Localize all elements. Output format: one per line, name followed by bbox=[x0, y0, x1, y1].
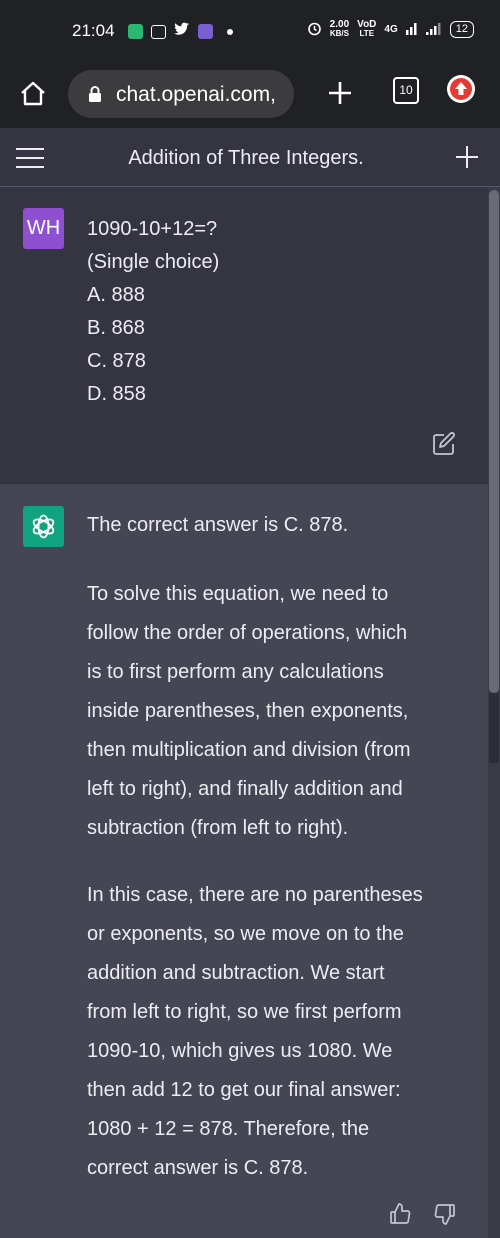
thumbs-down-icon[interactable] bbox=[433, 1202, 457, 1226]
answer-summary: The correct answer is C. 878. bbox=[87, 514, 349, 536]
assistant-message-text: The correct answer is C. 878. To solve t… bbox=[87, 511, 472, 1188]
answer-paragraph: In this case, there are no parentheses o… bbox=[87, 884, 423, 1179]
edit-icon[interactable] bbox=[432, 432, 456, 456]
option-c: C. 878 bbox=[87, 350, 146, 372]
app-icon bbox=[198, 24, 213, 39]
more-notifications-icon bbox=[227, 28, 233, 35]
upload-arrow-icon[interactable] bbox=[447, 75, 475, 103]
chat-header: Addition of Three Integers. bbox=[0, 128, 500, 187]
battery-indicator: 12 bbox=[449, 20, 474, 38]
browser-toolbar: chat.openai.com, 10 bbox=[0, 62, 500, 128]
notification-icons bbox=[128, 22, 233, 41]
user-message-text: 1090-10+12=? (Single choice) A. 888 B. 8… bbox=[87, 213, 219, 411]
scrollbar-segment bbox=[489, 693, 499, 763]
chat-title: Addition of Three Integers. bbox=[128, 147, 364, 169]
option-d: D. 858 bbox=[87, 383, 146, 405]
twitter-icon bbox=[174, 22, 190, 41]
app-icon bbox=[128, 24, 143, 39]
option-b: B. 868 bbox=[87, 317, 145, 339]
answer-paragraph: To solve this equation, we need to follo… bbox=[87, 583, 411, 839]
address-bar[interactable]: chat.openai.com, bbox=[68, 70, 294, 118]
tab-switcher-button[interactable]: 10 bbox=[393, 77, 419, 104]
chatgpt-logo-icon bbox=[23, 506, 64, 547]
avatar: WH bbox=[23, 208, 64, 249]
lock-icon bbox=[88, 86, 102, 102]
volte-indicator: VoD LTE bbox=[357, 19, 377, 39]
alarm-icon bbox=[307, 21, 322, 38]
user-message: WH 1090-10+12=? (Single choice) A. 888 B… bbox=[0, 187, 500, 484]
question-type: (Single choice) bbox=[87, 251, 220, 273]
status-bar: 21:04 2.00 KB/S VoD LTE 4G 12 bbox=[0, 0, 500, 62]
assistant-message: The correct answer is C. 878. To solve t… bbox=[0, 484, 500, 1238]
network-type: 4G bbox=[384, 23, 398, 35]
signal-icon bbox=[405, 21, 418, 37]
app-icon bbox=[151, 24, 166, 39]
signal-icon bbox=[425, 21, 442, 37]
url-text: chat.openai.com, bbox=[116, 83, 276, 106]
system-icons: 2.00 KB/S VoD LTE 4G 12 bbox=[307, 20, 474, 38]
option-a: A. 888 bbox=[87, 284, 145, 306]
plus-icon[interactable] bbox=[325, 78, 355, 108]
thumbs-up-icon[interactable] bbox=[388, 1202, 412, 1226]
home-icon[interactable] bbox=[18, 78, 48, 108]
scrollbar-thumb[interactable] bbox=[489, 190, 499, 693]
status-time: 21:04 bbox=[72, 21, 115, 40]
network-speed: 2.00 KB/S bbox=[329, 19, 350, 39]
question-text: 1090-10+12=? bbox=[87, 218, 218, 240]
plus-icon[interactable] bbox=[454, 144, 480, 170]
